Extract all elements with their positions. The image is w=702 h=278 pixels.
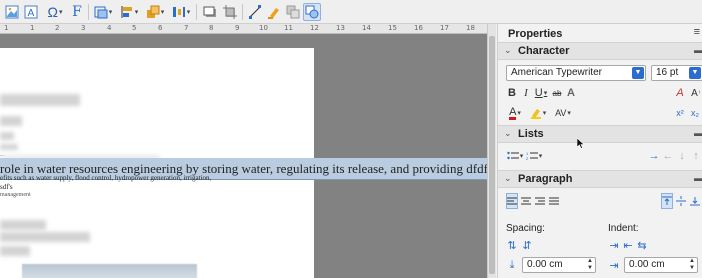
document-canvas[interactable]: ... role in water resources engineering … <box>0 34 496 278</box>
blurred-text <box>0 116 22 126</box>
indent-before-field[interactable]: 0.00 cm ▲ ▼ <box>624 257 698 273</box>
numbered-list-icon[interactable]: 1 2 ▾ <box>525 148 543 164</box>
align-center-icon[interactable] <box>520 193 532 209</box>
grow-font-icon[interactable]: A ↑ <box>689 85 702 101</box>
spinner-arrows-icon[interactable]: ▲ ▼ <box>689 258 695 272</box>
hanging-indent-icon[interactable]: ⇆ <box>636 237 648 253</box>
decrease-indent-icon[interactable]: ⇤ <box>622 237 634 253</box>
crop-icon[interactable] <box>221 3 239 21</box>
character-section-header[interactable]: ⌄ Character ▬ <box>498 42 702 60</box>
increase-spacing-icon[interactable]: ⇅ <box>506 237 518 253</box>
align-justify-icon[interactable] <box>548 193 560 209</box>
indent-label: Indent: <box>608 223 639 234</box>
spacing-label: Spacing: <box>506 223 545 234</box>
align-objects-icon[interactable]: ▾ <box>118 3 140 21</box>
align-right-icon[interactable] <box>534 193 546 209</box>
subscript-icon[interactable]: x₂ <box>689 105 701 121</box>
svg-text:A: A <box>28 8 35 19</box>
arrow-down-icon: ↓ <box>679 150 685 162</box>
chevron-down-icon[interactable]: ⌄ <box>504 45 512 56</box>
blurred-text <box>0 132 14 140</box>
before-indent-icon: ⇥ <box>609 259 619 272</box>
select-icon[interactable] <box>303 3 321 21</box>
bullet-list-icon[interactable]: ▾ <box>506 148 524 164</box>
document-text-line[interactable]: management <box>0 192 31 198</box>
arrow-right-icon[interactable]: → <box>648 148 660 164</box>
drawing-toolbar: A Ω ▾ F ▾ ▾ ▾ ▾ <box>0 0 702 24</box>
sidebar-menu-icon[interactable]: ≡ <box>694 26 700 38</box>
highlight-icon[interactable] <box>265 3 283 21</box>
blurred-text <box>0 220 46 230</box>
horizontal-ruler[interactable]: 1 1 2 3 4 5 6 7 8 9 10 11 12 13 14 15 16… <box>0 24 496 34</box>
blurred-text <box>0 94 80 106</box>
points-icon[interactable] <box>246 3 264 21</box>
paragraph-section-header[interactable]: ⌄ Paragraph ▬ <box>498 170 702 188</box>
bold-icon[interactable]: B <box>506 85 518 101</box>
mouse-pointer-icon <box>576 137 585 152</box>
svg-text:2: 2 <box>526 156 529 161</box>
blurred-text <box>0 246 30 256</box>
highlight-color-icon[interactable]: ▾ <box>528 105 548 121</box>
above-spacing-icon: ⤓ <box>509 258 515 271</box>
more-options-icon[interactable]: ▬ <box>694 173 702 183</box>
italic-icon[interactable]: I <box>520 85 532 101</box>
align-left-icon[interactable] <box>506 193 518 209</box>
lists-section-header[interactable]: ⌄ Lists ▬ <box>498 125 702 143</box>
scrollbar-thumb[interactable] <box>489 36 495 274</box>
superscript-icon[interactable]: x² <box>674 105 686 121</box>
font-size-select[interactable]: 16 pt ▼ <box>651 65 702 81</box>
spinner-arrows-icon[interactable]: ▲ ▼ <box>587 258 593 272</box>
vertical-scrollbar[interactable] <box>487 24 496 278</box>
underline-icon[interactable]: U ▾ <box>533 85 549 101</box>
chevron-down-icon[interactable]: ▼ <box>632 67 644 79</box>
chevron-down-icon[interactable]: ▼ <box>689 67 701 79</box>
text-frame-icon[interactable]: A <box>23 3 39 21</box>
wrap-icon[interactable]: ▾ <box>92 3 114 21</box>
arrow-left-icon: ← <box>662 150 674 162</box>
arrow-up-icon: ↑ <box>693 150 699 162</box>
align-middle-icon[interactable] <box>675 193 687 209</box>
sidebar-title: Properties <box>508 28 563 40</box>
image-icon[interactable] <box>4 3 20 21</box>
chevron-down-icon[interactable]: ⌄ <box>504 128 512 139</box>
font-color-icon[interactable]: A ▾ <box>506 105 524 121</box>
clear-formatting-icon[interactable]: A <box>674 85 686 101</box>
font-name-select[interactable]: American Typewriter ▼ <box>506 65 646 81</box>
align-bottom-icon[interactable] <box>689 193 701 209</box>
blurred-text <box>0 144 18 150</box>
chevron-down-icon[interactable]: ⌄ <box>504 173 512 184</box>
increase-indent-icon[interactable]: ⇥ <box>608 237 620 253</box>
strikethrough-icon[interactable]: ab <box>551 85 563 101</box>
decrease-spacing-icon[interactable]: ⇵ <box>521 237 533 253</box>
spacing-above-field[interactable]: 0.00 cm ▲ ▼ <box>522 257 596 273</box>
align-top-icon[interactable] <box>661 193 673 209</box>
distribute-icon[interactable]: ▾ <box>170 3 192 21</box>
more-options-icon[interactable]: ▬ <box>694 45 702 55</box>
blurred-text <box>0 232 90 242</box>
shadow-icon[interactable] <box>201 3 219 21</box>
more-options-icon[interactable]: ▬ <box>694 128 702 138</box>
properties-sidebar: Properties ≡ ⌄ Character ▬ American Type… <box>497 24 702 278</box>
special-character-icon[interactable]: Ω ▾ <box>44 3 66 21</box>
embedded-image[interactable] <box>22 264 197 278</box>
character-spacing-icon[interactable]: AV ▾ <box>553 105 573 121</box>
arrange-icon[interactable]: ▾ <box>144 3 166 21</box>
document-text-line[interactable]: efits such as water supply, flood contro… <box>0 174 211 182</box>
document-text-line[interactable]: sdf's <box>0 183 13 191</box>
outline-icon[interactable]: A <box>565 85 577 101</box>
fontwork-icon[interactable]: F <box>70 3 84 21</box>
group-icon[interactable] <box>284 3 302 21</box>
